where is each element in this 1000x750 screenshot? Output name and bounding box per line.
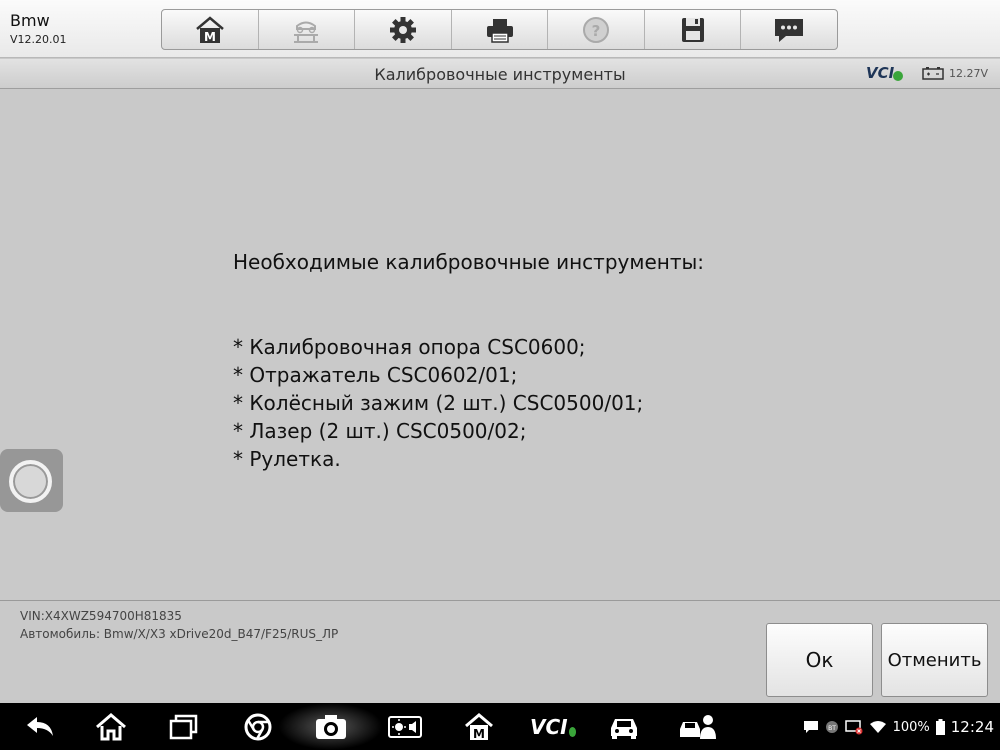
settings-button[interactable] — [355, 10, 452, 49]
status-area: BT 100% 12:24 — [803, 718, 994, 736]
vci-connected-icon — [893, 71, 903, 81]
feedback-button[interactable] — [741, 10, 837, 49]
footer: VIN:X4XWZ594700H81835 Автомобиль: Bmw/X/… — [0, 600, 1000, 703]
title-bar: Калибровочные инструменты VCI 12.27V — [0, 59, 1000, 89]
remote-expert-button[interactable] — [677, 711, 721, 743]
list-item: * Рулетка. — [233, 447, 341, 471]
help-icon: ? — [583, 16, 610, 43]
android-home-icon — [96, 713, 126, 741]
home-m-icon: M — [195, 15, 224, 44]
vci-nav-label: VCI — [530, 715, 568, 739]
assist-ring-icon — [9, 460, 52, 503]
vci-nav-button[interactable]: VCI — [530, 711, 576, 743]
brand: Bmw V12.20.01 — [10, 11, 67, 47]
page-title: Калибровочные инструменты — [374, 65, 626, 84]
vci-nav-ok-icon — [568, 727, 576, 737]
app-name: Bmw — [10, 11, 50, 30]
device-battery-icon — [935, 719, 945, 735]
chrome-icon — [244, 713, 272, 741]
home-m-icon: M — [465, 713, 493, 741]
car-lift-button[interactable] — [259, 10, 356, 49]
battery-percent: 100% — [892, 719, 930, 735]
instructions-heading: Необходимые калибровочные инструменты: — [233, 250, 705, 274]
list-item: * Калибровочная опора CSC0600; — [233, 335, 586, 359]
save-button[interactable] — [645, 10, 742, 49]
vin-label: VIN:X4XWZ594700H81835 — [20, 609, 182, 623]
brightness-volume-button[interactable] — [387, 711, 423, 743]
list-item: * Отражатель CSC0602/01; — [233, 363, 518, 387]
diag-home-button[interactable]: M — [461, 711, 497, 743]
car-expert-icon — [680, 715, 716, 739]
recent-apps-button[interactable] — [166, 711, 202, 743]
save-icon — [681, 17, 704, 42]
list-item: * Колёсный зажим (2 шт.) CSC0500/01; — [233, 391, 644, 415]
list-item: * Лазер (2 шт.) CSC0500/02; — [233, 419, 527, 443]
app-version: V12.20.01 — [10, 33, 67, 46]
back-icon — [27, 717, 53, 736]
system-nav-bar: M VCI BT 100% 12:24 — [0, 703, 1000, 750]
home-button[interactable]: M — [162, 10, 259, 49]
back-button[interactable] — [22, 711, 58, 743]
recent-apps-icon — [169, 714, 198, 740]
car-lift-icon — [294, 21, 319, 43]
bluetooth-icon: BT — [825, 721, 838, 733]
vehicle-label: Автомобиль: Bmw/X/X3 xDrive20d_B47/F25/R… — [20, 627, 339, 641]
wifi-icon — [869, 721, 886, 733]
vci-status: VCI — [866, 64, 895, 82]
svg-text:?: ? — [592, 22, 601, 40]
help-button[interactable]: ? — [548, 10, 645, 49]
battery-icon — [922, 67, 944, 80]
tools-list: * Калибровочная опора CSC0600; * Отражат… — [233, 333, 643, 473]
svg-text:M: M — [473, 727, 485, 741]
app-header: Bmw V12.20.01 M ? — [0, 0, 1000, 58]
toolbar: M ? — [161, 9, 838, 50]
vehicle-button[interactable] — [606, 711, 642, 743]
printer-icon — [486, 18, 513, 43]
android-home-button[interactable] — [93, 711, 129, 743]
screenshot-button[interactable] — [313, 711, 349, 743]
brightness-volume-icon — [388, 716, 422, 738]
gear-icon — [389, 16, 416, 43]
camera-icon — [316, 715, 346, 739]
floating-assist-button[interactable] — [0, 449, 63, 512]
svg-text:BT: BT — [828, 725, 836, 732]
ok-button[interactable]: Ок — [766, 623, 873, 697]
chat-icon — [775, 18, 804, 42]
print-button[interactable] — [452, 10, 549, 49]
car-icon — [611, 719, 637, 739]
cancel-button[interactable]: Отменить — [881, 623, 988, 697]
message-icon — [803, 721, 818, 733]
clock: 12:24 — [950, 718, 994, 736]
battery-voltage: 12.27V — [949, 67, 989, 80]
svg-text:M: M — [204, 30, 216, 44]
main-content: Необходимые калибровочные инструменты: *… — [0, 90, 1000, 600]
network-off-icon — [844, 720, 863, 735]
browser-button[interactable] — [240, 711, 276, 743]
